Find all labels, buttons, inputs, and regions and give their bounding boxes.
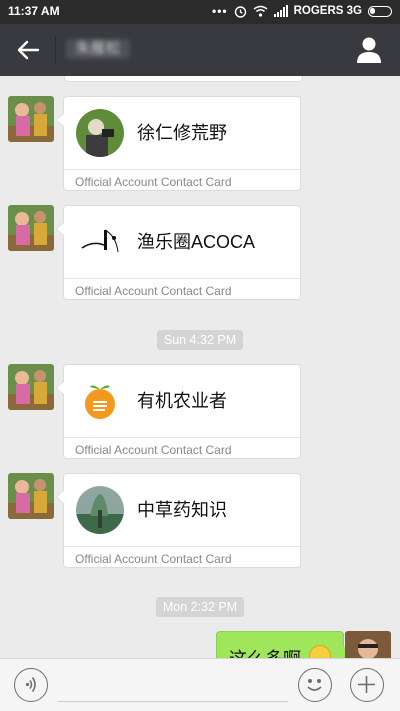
- status-icons: ••• ROGERS 3G: [212, 4, 392, 18]
- timestamp: Mon 2:32 PM: [0, 597, 400, 617]
- contact-name: 渔乐圈ACOCA: [137, 232, 256, 252]
- contact-name: 徐仁修荒野: [137, 123, 227, 143]
- contact-card[interactable]: 有机农业者 Official Account Contact Card: [56, 364, 301, 459]
- contact-logo: [76, 109, 124, 157]
- partial-contact-card[interactable]: [64, 76, 303, 82]
- card-type-label: Official Account Contact Card: [75, 175, 232, 189]
- card-divider: [64, 278, 300, 279]
- chat-input-bar: [0, 658, 400, 711]
- contact-name: 中草药知识: [137, 500, 227, 520]
- my-avatar[interactable]: [345, 631, 391, 658]
- card-type-label: Official Account Contact Card: [75, 552, 232, 566]
- sender-avatar[interactable]: [8, 96, 54, 142]
- voice-input-button[interactable]: [14, 668, 48, 702]
- contact-card[interactable]: 渔乐圈ACOCA Official Account Contact Card: [56, 205, 301, 300]
- status-time: 11:37 AM: [8, 4, 60, 18]
- emoji-button[interactable]: [298, 668, 332, 702]
- chat-header: 朱雁松: [0, 24, 400, 76]
- contact-card[interactable]: 中草药知识 Official Account Contact Card: [56, 473, 301, 568]
- more-options-button[interactable]: [350, 668, 384, 702]
- contact-name: 有机农业者: [137, 391, 227, 411]
- voice-icon: [25, 677, 36, 692]
- back-arrow-icon[interactable]: [14, 36, 42, 64]
- status-bar: 11:37 AM ••• ROGERS 3G: [0, 0, 400, 24]
- message-input[interactable]: [58, 701, 288, 702]
- contact-logo: [76, 486, 124, 534]
- outgoing-message-bubble[interactable]: 这么多啊: [216, 631, 351, 658]
- person-icon[interactable]: [356, 36, 382, 64]
- signal-icon: [273, 5, 288, 17]
- sender-avatar[interactable]: [8, 205, 54, 251]
- card-divider: [64, 437, 300, 438]
- battery-icon: [368, 5, 392, 17]
- contact-logo: [76, 218, 124, 266]
- card-type-label: Official Account Contact Card: [75, 443, 232, 457]
- card-divider: [64, 546, 300, 547]
- notification-dots-icon: •••: [212, 4, 228, 18]
- contact-logo: [76, 377, 124, 425]
- timestamp: Sun 4:32 PM: [0, 330, 400, 350]
- sender-avatar[interactable]: [8, 473, 54, 519]
- message-text: 这么多啊: [229, 645, 301, 658]
- sender-avatar[interactable]: [8, 364, 54, 410]
- carrier-label: ROGERS 3G: [293, 5, 362, 17]
- plus-icon: [358, 676, 375, 693]
- card-divider: [64, 169, 300, 170]
- emoji-face-icon: [307, 679, 322, 691]
- chat-message-list[interactable]: 徐仁修荒野 Official Account Contact Card 渔乐圈A…: [0, 76, 400, 658]
- header-divider: [55, 36, 56, 64]
- timestamp-label: Mon 2:32 PM: [155, 597, 245, 617]
- chat-title: 朱雁松: [66, 39, 130, 59]
- timestamp-label: Sun 4:32 PM: [156, 330, 244, 350]
- alarm-icon: [234, 5, 246, 18]
- contact-card[interactable]: 徐仁修荒野 Official Account Contact Card: [56, 96, 301, 191]
- smiley-emoji-icon: [309, 645, 331, 658]
- card-type-label: Official Account Contact Card: [75, 284, 232, 298]
- wifi-icon: [253, 5, 268, 17]
